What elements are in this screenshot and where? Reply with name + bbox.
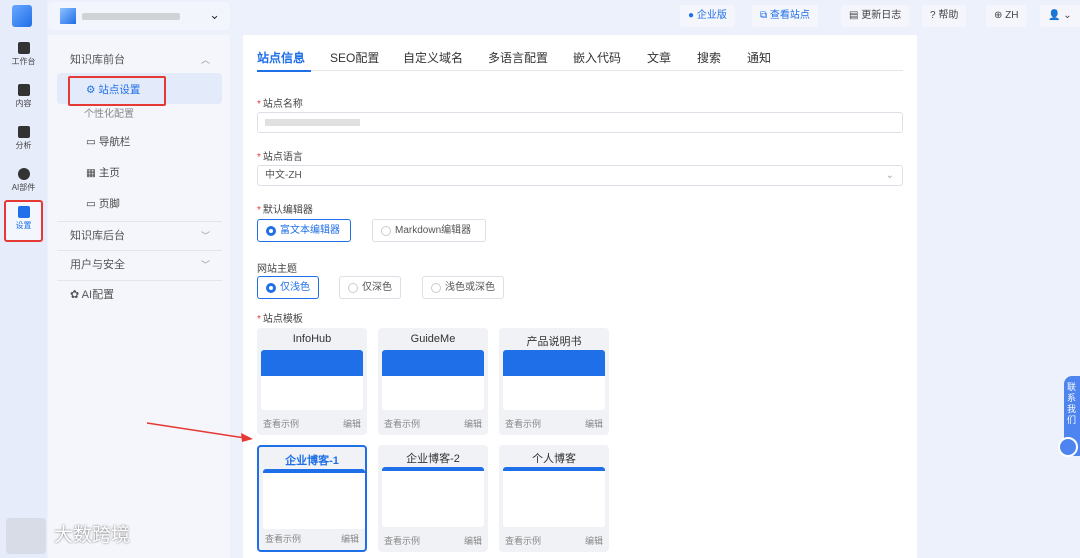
chevron-down-icon: ⌄ xyxy=(209,7,220,22)
site-name-label: * 站点名称 xyxy=(257,99,303,110)
template-card[interactable]: 产品说明书查看示例 编辑 xyxy=(499,328,609,435)
tab-bar: 站点信息 SEO配置 自定义域名 多语言配置 嵌入代码 文章 搜索 通知 xyxy=(257,46,903,72)
rail-settings[interactable]: 设置 xyxy=(4,200,43,242)
editor-label: * 默认编辑器 xyxy=(257,205,313,216)
watermark: 大数跨境 xyxy=(0,518,130,558)
view-example-link[interactable]: 查看示例 xyxy=(265,532,301,545)
tab-indicator xyxy=(257,70,311,72)
section-kb-frontend[interactable]: 知识库前台 ︿ xyxy=(57,46,222,74)
home-icon xyxy=(17,42,30,54)
annotation-arrow xyxy=(146,422,253,442)
template-card[interactable]: InfoHub 查看示例 编辑 xyxy=(257,328,367,435)
view-site-button[interactable]: ⧉ 查看站点 xyxy=(752,5,818,27)
template-name: InfoHub xyxy=(292,333,332,345)
view-example-link[interactable]: 查看示例 xyxy=(505,534,541,547)
site-name-blurred xyxy=(265,119,360,126)
radio-light-only[interactable]: 仅浅色 xyxy=(257,276,319,299)
tab-embed[interactable]: 嵌入代码 xyxy=(573,49,621,66)
template-preview xyxy=(382,467,484,527)
template-name: 企业博客-1 xyxy=(285,455,339,467)
template-name: 个人博客 xyxy=(532,453,576,465)
template-label: * 站点模板 xyxy=(257,314,303,325)
icon-rail: 工作台 内容 分析 AI部件 设置 xyxy=(0,0,47,558)
sidebar-item-footer[interactable]: ▭ 页脚 xyxy=(86,193,120,215)
sidebar-item-site-settings[interactable]: ⚙ 站点设置 xyxy=(86,79,140,101)
help-button[interactable]: ? 帮助 xyxy=(922,5,967,27)
edit-template-link[interactable]: 编辑 xyxy=(464,417,482,430)
radio-markdown-editor[interactable]: Markdown编辑器 xyxy=(372,219,486,242)
radio-rich-text-editor[interactable]: 富文本编辑器 xyxy=(257,219,351,242)
chat-icon[interactable] xyxy=(1058,437,1078,457)
tab-domain[interactable]: 自定义域名 xyxy=(403,49,463,66)
template-preview xyxy=(503,467,605,527)
workspace-selector[interactable]: ⌄ xyxy=(48,2,230,30)
template-card[interactable]: 个人博客查看示例 编辑 xyxy=(499,445,609,552)
template-name: 企业博客-2 xyxy=(406,453,460,465)
rail-analytics[interactable]: 分析 xyxy=(4,122,43,162)
view-example-link[interactable]: 查看示例 xyxy=(505,417,541,430)
settings-sidebar: 知识库前台 ︿ ⚙ 站点设置 个性化配置 ▭ 导航栏 ▦ 主页 ▭ 页脚 知识库后… xyxy=(48,35,230,558)
edit-template-link[interactable]: 编辑 xyxy=(585,417,603,430)
tab-notify[interactable]: 通知 xyxy=(747,49,771,66)
tab-site-info[interactable]: 站点信息 xyxy=(257,49,305,66)
site-language-label: * 站点语言 xyxy=(257,152,303,163)
chevron-up-icon: ︿ xyxy=(200,55,210,65)
enterprise-button[interactable]: ● 企业版 xyxy=(680,5,735,27)
tab-search[interactable]: 搜索 xyxy=(697,49,721,66)
workspace-logo xyxy=(60,8,76,24)
radio-dark-only[interactable]: 仅深色 xyxy=(339,276,401,299)
changelog-button[interactable]: ▤ 更新日志 xyxy=(841,5,910,27)
section-user-security[interactable]: 用户与安全 ﹀ xyxy=(57,250,222,278)
tab-multilang[interactable]: 多语言配置 xyxy=(488,49,548,66)
app-logo xyxy=(12,5,32,27)
section-kb-backend[interactable]: 知识库后台 ﹀ xyxy=(57,221,222,249)
template-card[interactable]: 企业博客-1 查看示例 编辑 xyxy=(257,445,367,552)
workspace-name-blurred xyxy=(82,13,180,20)
ai-icon xyxy=(17,168,30,180)
monitor-icon xyxy=(17,206,30,218)
template-preview xyxy=(261,350,363,410)
template-card[interactable]: 企业博客-2 查看示例 编辑 xyxy=(378,445,488,552)
template-preview xyxy=(382,350,484,410)
edit-template-link[interactable]: 编辑 xyxy=(343,417,361,430)
template-card[interactable]: GuideMe 查看示例 编辑 xyxy=(378,328,488,435)
user-icon: 👤 xyxy=(1048,10,1061,21)
template-preview xyxy=(263,469,365,529)
site-language-select[interactable]: 中文-ZH ⌄ xyxy=(257,165,903,186)
personalization-label: 个性化配置 xyxy=(84,109,134,120)
tab-articles[interactable]: 文章 xyxy=(647,49,671,66)
view-example-link[interactable]: 查看示例 xyxy=(384,417,420,430)
sidebar-item-navbar[interactable]: ▭ 导航栏 xyxy=(86,131,130,153)
radio-light-or-dark[interactable]: 浅色或深色 xyxy=(422,276,504,299)
watermark-logo xyxy=(6,518,46,554)
book-icon xyxy=(17,84,30,96)
template-name: 产品说明书 xyxy=(526,336,582,348)
chevron-down-icon: ⌄ xyxy=(885,170,894,181)
edit-template-link[interactable]: 编辑 xyxy=(585,534,603,547)
site-name-input[interactable] xyxy=(257,112,903,133)
theme-label: 网站主题 xyxy=(257,264,297,275)
tab-seo[interactable]: SEO配置 xyxy=(330,49,379,66)
chart-icon xyxy=(17,126,30,138)
rail-content[interactable]: 内容 xyxy=(4,80,43,120)
section-ai-config[interactable]: ✿ AI配置 xyxy=(57,280,222,308)
template-name: GuideMe xyxy=(410,333,456,345)
sidebar-item-home[interactable]: ▦ 主页 xyxy=(86,162,120,184)
rail-workbench[interactable]: 工作台 xyxy=(4,38,43,78)
rail-ai-widget[interactable]: AI部件 xyxy=(4,164,43,204)
edit-template-link[interactable]: 编辑 xyxy=(464,534,482,547)
template-preview xyxy=(503,350,605,410)
view-example-link[interactable]: 查看示例 xyxy=(263,417,299,430)
user-menu[interactable]: 👤 ⌄ xyxy=(1040,5,1080,27)
view-example-link[interactable]: 查看示例 xyxy=(384,534,420,547)
edit-template-link[interactable]: 编辑 xyxy=(341,532,359,545)
language-button[interactable]: ⊕ ZH xyxy=(986,5,1027,27)
